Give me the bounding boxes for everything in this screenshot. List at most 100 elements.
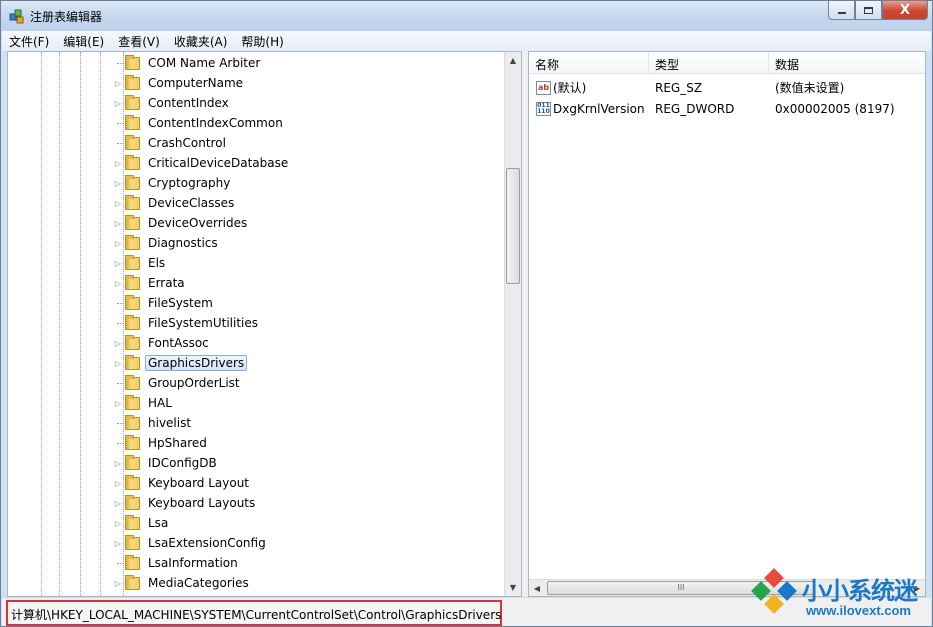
tree-connector	[112, 373, 124, 393]
tree-connector	[112, 53, 124, 73]
folder-icon	[125, 414, 140, 430]
diamond-logo-icon	[746, 568, 802, 623]
expand-arrow-icon[interactable]: ▷	[112, 333, 124, 353]
tree-item-label: GraphicsDrivers	[145, 355, 248, 371]
folder-icon	[125, 554, 140, 570]
folder-icon	[125, 514, 140, 530]
expand-arrow-icon[interactable]: ▷	[112, 273, 124, 293]
expand-arrow-icon[interactable]: ▷	[112, 533, 124, 553]
tree-item[interactable]: ▷ IDConfigDB	[112, 453, 220, 473]
menu-file[interactable]: 文件(F)	[2, 33, 56, 50]
tree-item[interactable]: ▷ Els	[112, 253, 168, 273]
folder-icon	[125, 174, 140, 190]
tree-item[interactable]: ▷ GraphicsDrivers	[112, 353, 248, 373]
tree-item-label: HAL	[148, 396, 172, 410]
value-name: (默认)	[553, 81, 587, 95]
tree-item[interactable]: ▷ DeviceClasses	[112, 193, 237, 213]
value-data: 0x00002005 (8197)	[775, 101, 895, 116]
tree-item-label: hivelist	[148, 416, 192, 430]
caption-buttons: X	[828, 1, 928, 21]
tree-item-label: Errata	[148, 276, 185, 290]
value-data: (数值未设置)	[775, 81, 845, 95]
column-type[interactable]: 类型	[649, 52, 769, 73]
tree-item-label: FontAssoc	[148, 336, 209, 350]
regedit-icon	[9, 9, 24, 24]
tree-item[interactable]: ▷ FontAssoc	[112, 333, 212, 353]
tree-item[interactable]: ▷ Diagnostics	[112, 233, 221, 253]
folder-icon	[125, 334, 140, 350]
expand-arrow-icon[interactable]: ▷	[112, 193, 124, 213]
maximize-button[interactable]	[855, 1, 882, 20]
expand-arrow-icon[interactable]: ▷	[112, 493, 124, 513]
column-name[interactable]: 名称	[529, 52, 649, 73]
tree-item[interactable]: ▷ CriticalDeviceDatabase	[112, 153, 291, 173]
tree-item[interactable]: ▷ Keyboard Layouts	[112, 493, 258, 513]
menu-bar: 文件(F) 编辑(E) 查看(V) 收藏夹(A) 帮助(H)	[2, 31, 931, 51]
tree-item[interactable]: ▷ Cryptography	[112, 173, 233, 193]
tree-item[interactable]: ▷ ContentIndex	[112, 93, 232, 113]
tree-item[interactable]: ▷ Errata	[112, 273, 188, 293]
tree-item[interactable]: ▷ HAL	[112, 393, 175, 413]
folder-icon	[125, 274, 140, 290]
expand-arrow-icon[interactable]: ▷	[112, 93, 124, 113]
expand-arrow-icon[interactable]: ▷	[112, 573, 124, 593]
tree-vertical-scrollbar[interactable]: ▲ ▼	[504, 52, 521, 596]
tree-item[interactable]: LsaInformation	[112, 553, 241, 573]
value-row[interactable]: 011 110 DxgKrnlVersion REG_DWORD 0x000020…	[529, 98, 895, 119]
tree-item[interactable]: hivelist	[112, 413, 194, 433]
expand-arrow-icon[interactable]: ▷	[112, 233, 124, 253]
tree-item[interactable]: CrashControl	[112, 133, 229, 153]
expand-arrow-icon[interactable]: ▷	[112, 213, 124, 233]
minimize-button[interactable]	[828, 1, 855, 20]
values-list[interactable]: 名称 类型 数据 ab (默认) REG_SZ (数值未设置) 011 110 D…	[528, 51, 926, 597]
menu-view[interactable]: 查看(V)	[111, 33, 167, 50]
tree-item[interactable]: ▷ MediaCategories	[112, 573, 252, 593]
tree-item[interactable]: ▷ DeviceOverrides	[112, 213, 250, 233]
tree-item-label: MediaCategories	[148, 576, 249, 590]
tree-item[interactable]: ▷ ComputerName	[112, 73, 246, 93]
tree-item[interactable]: ▷ Keyboard Layout	[112, 473, 252, 493]
expand-arrow-icon[interactable]: ▷	[112, 453, 124, 473]
tree-item-label: Cryptography	[148, 176, 231, 190]
tree-item[interactable]: ContentIndexCommon	[112, 113, 286, 133]
folder-icon	[125, 54, 140, 70]
menu-edit[interactable]: 编辑(E)	[56, 33, 111, 50]
tree-item[interactable]: HpShared	[112, 433, 210, 453]
scroll-down-icon[interactable]: ▼	[505, 579, 521, 596]
expand-arrow-icon[interactable]: ▷	[112, 153, 124, 173]
registry-tree[interactable]: COM Name Arbiter ▷ ComputerName ▷ ContentInd…	[7, 51, 522, 597]
expand-arrow-icon[interactable]: ▷	[112, 173, 124, 193]
expand-arrow-icon[interactable]: ▷	[112, 473, 124, 493]
tree-item[interactable]: ▷ LsaExtensionConfig	[112, 533, 269, 553]
expand-arrow-icon[interactable]: ▷	[112, 393, 124, 413]
expand-arrow-icon[interactable]: ▷	[112, 513, 124, 533]
folder-icon	[125, 494, 140, 510]
column-data[interactable]: 数据	[769, 52, 925, 73]
value-type: REG_DWORD	[655, 101, 735, 116]
tree-item[interactable]: FileSystem	[112, 293, 216, 313]
title-bar[interactable]: 注册表编辑器 X	[1, 1, 932, 31]
tree-item[interactable]: GroupOrderList	[112, 373, 243, 393]
expand-arrow-icon[interactable]: ▷	[112, 73, 124, 93]
tree-connector	[112, 293, 124, 313]
close-button[interactable]: X	[882, 1, 928, 20]
tree-item-label: GroupOrderList	[148, 376, 240, 390]
folder-icon	[125, 394, 140, 410]
value-row[interactable]: ab (默认) REG_SZ (数值未设置)	[529, 77, 844, 98]
folder-icon	[125, 374, 140, 390]
expand-arrow-icon[interactable]: ▷	[112, 253, 124, 273]
tree-item[interactable]: FileSystemUtilities	[112, 313, 261, 333]
close-icon: X	[899, 2, 911, 18]
tree-item[interactable]: ▷ Lsa	[112, 513, 171, 533]
menu-favorites[interactable]: 收藏夹(A)	[167, 33, 235, 50]
tree-item[interactable]: COM Name Arbiter	[112, 53, 263, 73]
scroll-thumb[interactable]	[506, 168, 520, 284]
menu-help[interactable]: 帮助(H)	[234, 33, 290, 50]
folder-icon	[125, 194, 140, 210]
scroll-up-icon[interactable]: ▲	[505, 52, 521, 69]
tree-item-label: DeviceOverrides	[148, 216, 248, 230]
expand-arrow-icon[interactable]: ▷	[112, 353, 124, 373]
tree-item-label: IDConfigDB	[148, 456, 217, 470]
scroll-left-icon[interactable]: ◀	[529, 580, 545, 596]
folder-icon	[125, 94, 140, 110]
